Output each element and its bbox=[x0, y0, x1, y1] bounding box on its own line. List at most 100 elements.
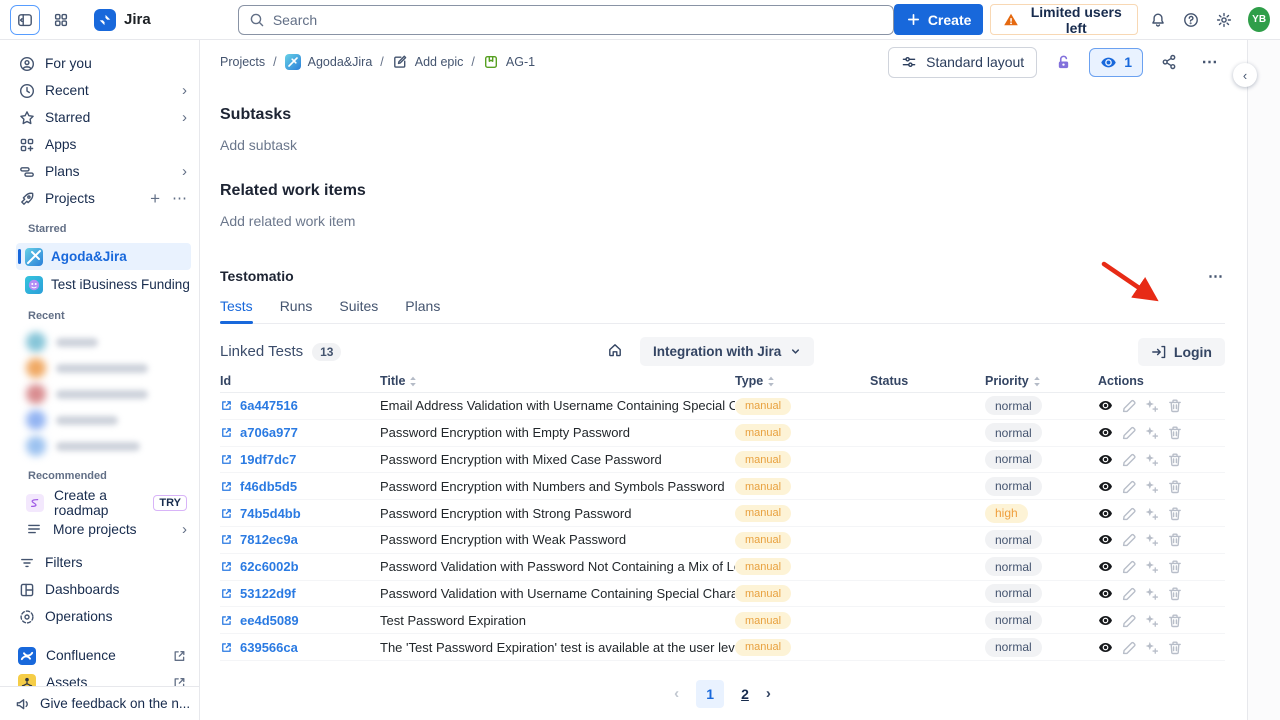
view-test-button[interactable] bbox=[1098, 425, 1113, 440]
breadcrumb-project[interactable]: Agoda&Jira bbox=[285, 54, 373, 70]
unlock-button[interactable] bbox=[1048, 47, 1078, 77]
delete-test-button[interactable] bbox=[1167, 479, 1182, 494]
sidebar-recent-item-1[interactable] bbox=[0, 329, 199, 355]
avatar[interactable]: YB bbox=[1248, 7, 1270, 32]
test-id-link[interactable]: f46db5d5 bbox=[220, 479, 380, 494]
view-test-button[interactable] bbox=[1098, 398, 1113, 413]
edit-test-button[interactable] bbox=[1121, 479, 1136, 494]
view-test-button[interactable] bbox=[1098, 640, 1113, 655]
sidebar-item-confluence[interactable]: Confluence bbox=[0, 642, 199, 669]
test-id-link[interactable]: 7812ec9a bbox=[220, 532, 380, 547]
sidebar-item-plans[interactable]: Plans› bbox=[0, 158, 199, 185]
sidebar-item-apps[interactable]: Apps bbox=[0, 131, 199, 158]
test-id-link[interactable]: 53122d9f bbox=[220, 586, 380, 601]
delete-test-button[interactable] bbox=[1167, 425, 1182, 440]
column-header-priority[interactable]: Priority bbox=[985, 374, 1098, 388]
share-button[interactable] bbox=[1154, 47, 1184, 77]
delete-test-button[interactable] bbox=[1167, 640, 1182, 655]
breadcrumb-add-epic[interactable]: Add epic bbox=[392, 54, 464, 70]
sidebar-item-recent[interactable]: Recent› bbox=[0, 77, 199, 104]
pagination-prev-button[interactable]: ‹ bbox=[674, 685, 679, 702]
edit-test-button[interactable] bbox=[1121, 532, 1136, 547]
test-id-link[interactable]: 74b5d4bb bbox=[220, 506, 380, 521]
column-header-title[interactable]: Title bbox=[380, 374, 735, 388]
add-project-button[interactable]: + bbox=[150, 190, 160, 207]
ai-test-button[interactable] bbox=[1144, 613, 1159, 628]
sidebar-item-more-projects[interactable]: More projects› bbox=[0, 516, 199, 543]
settings-button[interactable] bbox=[1211, 5, 1237, 35]
test-id-link[interactable]: 6a447516 bbox=[220, 398, 380, 413]
search-input[interactable] bbox=[273, 12, 883, 28]
sidebar-item-create-a-roadmap[interactable]: Create a roadmapTRY bbox=[0, 489, 199, 516]
sidebar-item-filters[interactable]: Filters bbox=[0, 549, 199, 576]
tab-runs[interactable]: Runs bbox=[280, 298, 313, 323]
edit-test-button[interactable] bbox=[1121, 640, 1136, 655]
ai-test-button[interactable] bbox=[1144, 452, 1159, 467]
breadcrumb-issue[interactable]: AG-1 bbox=[483, 54, 535, 70]
column-header-type[interactable]: Type bbox=[735, 374, 870, 388]
edit-test-button[interactable] bbox=[1121, 559, 1136, 574]
view-test-button[interactable] bbox=[1098, 559, 1113, 574]
delete-test-button[interactable] bbox=[1167, 452, 1182, 467]
delete-test-button[interactable] bbox=[1167, 613, 1182, 628]
pagination-next-button[interactable]: › bbox=[766, 685, 771, 702]
edit-test-button[interactable] bbox=[1121, 452, 1136, 467]
edit-test-button[interactable] bbox=[1121, 425, 1136, 440]
sidebar-item-for-you[interactable]: For you bbox=[0, 50, 199, 77]
delete-test-button[interactable] bbox=[1167, 586, 1182, 601]
ai-test-button[interactable] bbox=[1144, 640, 1159, 655]
sidebar-recent-item-3[interactable] bbox=[0, 381, 199, 407]
sidebar-recent-item-5[interactable] bbox=[0, 433, 199, 459]
view-test-button[interactable] bbox=[1098, 452, 1113, 467]
sidebar-item-operations[interactable]: Operations bbox=[0, 603, 199, 630]
login-button[interactable]: Login bbox=[1138, 338, 1225, 366]
delete-test-button[interactable] bbox=[1167, 398, 1182, 413]
sidebar-toggle-button[interactable] bbox=[10, 5, 40, 35]
ai-test-button[interactable] bbox=[1144, 479, 1159, 494]
tab-tests[interactable]: Tests bbox=[220, 298, 253, 323]
pagination-page-1[interactable]: 1 bbox=[696, 680, 724, 708]
edit-test-button[interactable] bbox=[1121, 398, 1136, 413]
ai-test-button[interactable] bbox=[1144, 398, 1159, 413]
testomatio-more-button[interactable]: ⋯ bbox=[1208, 267, 1225, 285]
projects-more-button[interactable]: ⋯ bbox=[172, 191, 187, 206]
limited-users-button[interactable]: Limited users left bbox=[990, 4, 1138, 35]
breadcrumb-projects[interactable]: Projects bbox=[220, 55, 265, 69]
ai-test-button[interactable] bbox=[1144, 532, 1159, 547]
test-id-link[interactable]: ee4d5089 bbox=[220, 613, 380, 628]
sidebar-project-test-ibusiness-funding[interactable]: Test iBusiness Funding bbox=[16, 271, 191, 298]
ai-test-button[interactable] bbox=[1144, 559, 1159, 574]
notifications-button[interactable] bbox=[1145, 5, 1171, 35]
tab-suites[interactable]: Suites bbox=[339, 298, 378, 323]
test-id-link[interactable]: 62c6002b bbox=[220, 559, 380, 574]
watchers-button[interactable]: 1 bbox=[1089, 48, 1143, 77]
delete-test-button[interactable] bbox=[1167, 506, 1182, 521]
ai-test-button[interactable] bbox=[1144, 425, 1159, 440]
sidebar-item-starred[interactable]: Starred› bbox=[0, 104, 199, 131]
sidebar-item-dashboards[interactable]: Dashboards bbox=[0, 576, 199, 603]
view-test-button[interactable] bbox=[1098, 506, 1113, 521]
standard-layout-button[interactable]: Standard layout bbox=[888, 47, 1037, 78]
delete-test-button[interactable] bbox=[1167, 532, 1182, 547]
view-test-button[interactable] bbox=[1098, 532, 1113, 547]
sidebar-item-projects[interactable]: Projects+⋯ bbox=[0, 185, 199, 212]
view-test-button[interactable] bbox=[1098, 479, 1113, 494]
tab-plans[interactable]: Plans bbox=[405, 298, 440, 323]
search-box[interactable] bbox=[238, 5, 894, 35]
ai-test-button[interactable] bbox=[1144, 506, 1159, 521]
view-test-button[interactable] bbox=[1098, 586, 1113, 601]
home-button[interactable] bbox=[605, 342, 625, 362]
help-button[interactable] bbox=[1178, 5, 1204, 35]
collapse-panel-button[interactable]: ‹ bbox=[1233, 63, 1257, 87]
test-id-link[interactable]: 19df7dc7 bbox=[220, 452, 380, 467]
create-button[interactable]: Create bbox=[894, 4, 984, 35]
edit-test-button[interactable] bbox=[1121, 506, 1136, 521]
sidebar-project-agoda-jira[interactable]: Agoda&Jira bbox=[16, 243, 191, 270]
ai-test-button[interactable] bbox=[1144, 586, 1159, 601]
project-dropdown[interactable]: Integration with Jira bbox=[640, 337, 814, 366]
test-id-link[interactable]: a706a977 bbox=[220, 425, 380, 440]
delete-test-button[interactable] bbox=[1167, 559, 1182, 574]
edit-test-button[interactable] bbox=[1121, 613, 1136, 628]
test-id-link[interactable]: 639566ca bbox=[220, 640, 380, 655]
app-switcher-button[interactable] bbox=[46, 5, 76, 35]
